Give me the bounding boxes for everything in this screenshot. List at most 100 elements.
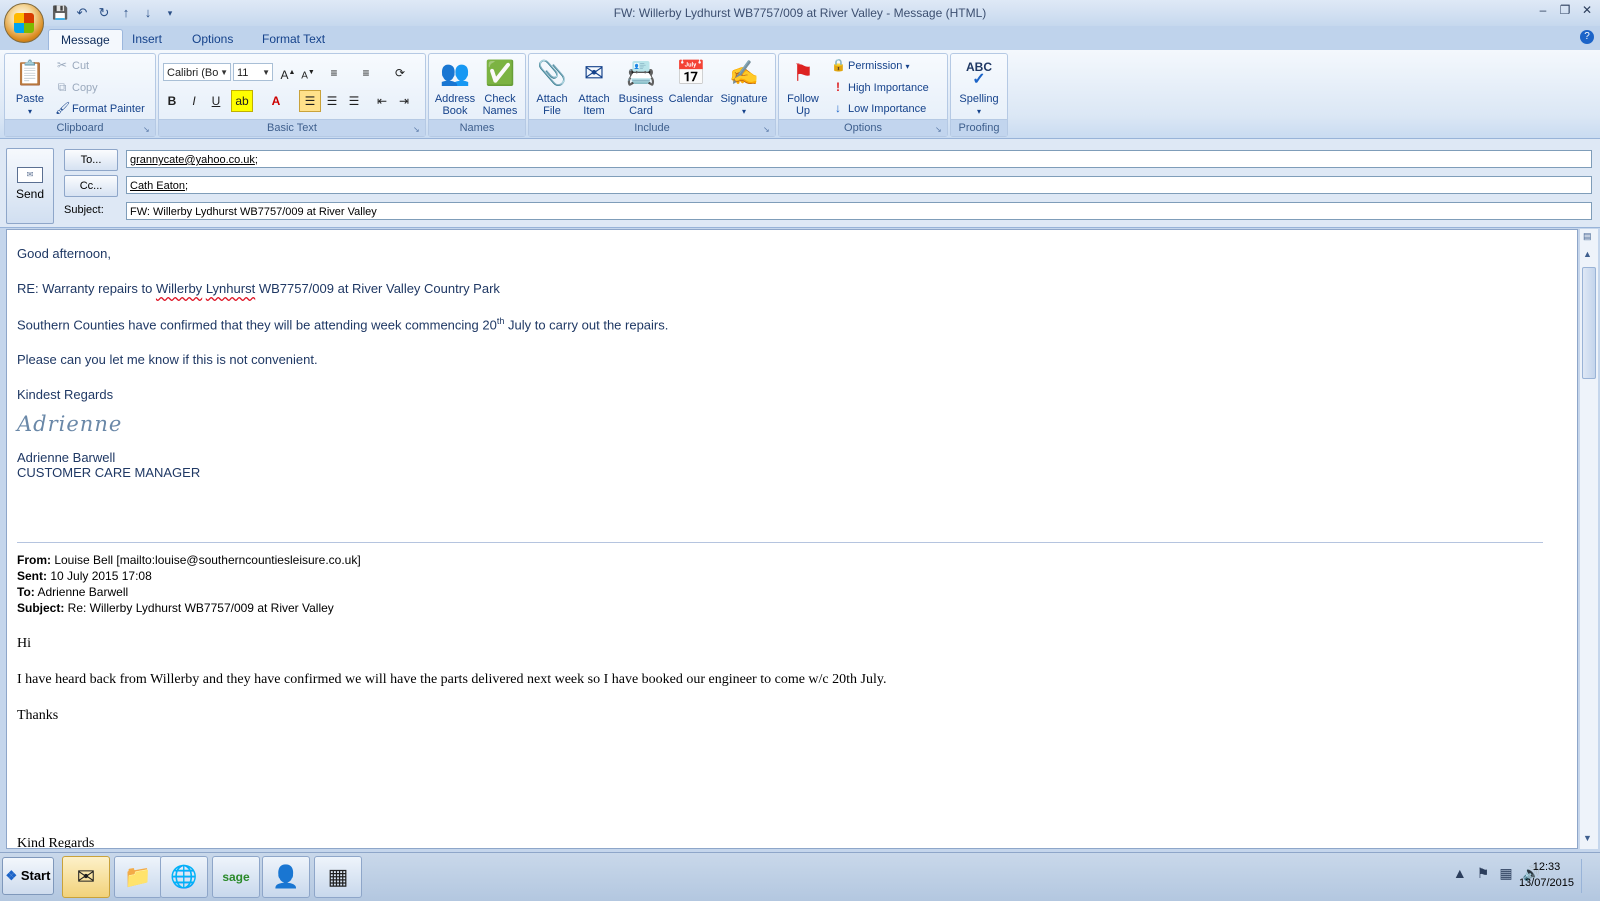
numbering-icon[interactable]: ≡ — [355, 62, 377, 84]
firefox-icon[interactable]: 🌐 — [160, 856, 208, 898]
business-card-icon: 📇 — [626, 60, 656, 87]
tab-options[interactable]: Options — [180, 29, 245, 50]
reply-divider — [17, 542, 1543, 543]
start-button[interactable]: ❖ Start — [2, 857, 54, 895]
high-importance-button[interactable]: ! High Importance — [831, 78, 929, 96]
ribbon: 📋 Paste ▾ ✂ Cut ⧉ Copy 🖌 Format Painter Clip… — [0, 50, 1600, 139]
window-controls: – ❐ ✕ — [1536, 3, 1594, 17]
dialog-launcher-icon[interactable]: ↘ — [413, 125, 422, 134]
tab-insert[interactable]: Insert — [120, 29, 174, 50]
names-group: 👥 Address Book ✅ Check Names Names — [428, 53, 526, 137]
reply-thanks: Thanks — [17, 708, 59, 723]
close-icon[interactable]: ✕ — [1580, 3, 1594, 17]
proofing-group: ABC ✓ Spelling ▾ Proofing — [950, 53, 1008, 137]
signature-title: CUSTOMER CARE MANAGER — [17, 465, 201, 481]
highlight-icon[interactable]: ab — [231, 90, 253, 112]
subject-label: Subject: — [64, 204, 104, 216]
proofing-label: Proofing — [951, 119, 1007, 136]
re-line: RE: Warranty repairs to Willerby Lynhurs… — [17, 281, 500, 296]
underline-button[interactable]: U — [205, 90, 227, 112]
folder-icon[interactable]: 📁 — [114, 856, 162, 898]
chevron-down-icon: ▼ — [262, 68, 270, 77]
ruler-icon[interactable]: ▤ — [1583, 231, 1592, 242]
sage-icon[interactable]: sage — [212, 856, 260, 898]
paste-button[interactable]: 📋 Paste ▾ — [9, 58, 51, 118]
align-center-icon[interactable]: ☰ — [321, 90, 343, 112]
show-desktop-button[interactable] — [1581, 859, 1598, 893]
outlook-icon[interactable]: ✉ — [62, 856, 110, 898]
tab-message[interactable]: Message — [48, 29, 123, 51]
contacts-icon[interactable]: 👤 — [262, 856, 310, 898]
grow-font-icon[interactable]: A▲ — [277, 62, 299, 84]
restore-icon[interactable]: ❐ — [1558, 3, 1572, 17]
address-book-icon: 👥 — [440, 60, 470, 87]
check-names-button[interactable]: ✅ Check Names — [479, 58, 521, 118]
italic-button[interactable]: I — [183, 90, 205, 112]
signature-icon: ✍ — [729, 60, 759, 87]
vertical-scrollbar[interactable]: ▤ ▲ ▼ — [1579, 229, 1598, 849]
dialog-launcher-icon[interactable]: ↘ — [763, 125, 772, 134]
bullets-icon[interactable]: ≡ — [323, 62, 345, 84]
network-icon[interactable]: ▦ — [1499, 865, 1512, 882]
spelling-button[interactable]: ABC ✓ Spelling ▾ — [953, 58, 1005, 118]
to-field[interactable]: grannycate@yahoo.co.uk; — [126, 150, 1592, 168]
signature-name: Adrienne Barwell — [17, 450, 116, 466]
font-name-combo[interactable]: Calibri (Bo ▼ — [163, 63, 231, 81]
convenience-line: Please can you let me know if this is no… — [17, 352, 318, 368]
scroll-up-icon[interactable]: ▲ — [1583, 249, 1592, 259]
paste-icon: 📋 — [15, 60, 45, 87]
calculator-icon[interactable]: ▦ — [314, 856, 362, 898]
paperclip-icon: 📎 — [537, 60, 567, 87]
office-button[interactable] — [4, 3, 44, 43]
shrink-font-icon[interactable]: A▼ — [297, 62, 319, 84]
cc-button[interactable]: Cc... — [64, 175, 118, 197]
increase-indent-icon[interactable]: ⇥ — [393, 90, 415, 112]
bold-button[interactable]: B — [161, 90, 183, 112]
dialog-launcher-icon[interactable]: ↘ — [143, 125, 152, 134]
clear-formatting-icon[interactable]: ⟳ — [389, 62, 411, 84]
permission-button[interactable]: 🔒 Permission ▾ — [831, 56, 909, 74]
align-left-icon[interactable]: ☰ — [299, 90, 321, 112]
regards-line: Kindest Regards — [17, 387, 114, 403]
clipboard-group: 📋 Paste ▾ ✂ Cut ⧉ Copy 🖌 Format Painter Clip… — [4, 53, 156, 137]
basic-text-group: Calibri (Bo ▼ 11 ▼ A▲ A▼ ≡ ≡ ⟳ B I U ab A … — [158, 53, 426, 137]
message-header: ✉ Send To... Cc... Subject: grannycate@y… — [0, 139, 1600, 228]
tray-expand-icon[interactable]: ▲ — [1453, 865, 1467, 882]
to-button[interactable]: To... — [64, 149, 118, 171]
message-body[interactable]: Good afternoon, RE: Warranty repairs to … — [6, 229, 1578, 849]
signature-button[interactable]: ✍ Signature ▾ — [717, 58, 771, 118]
action-center-flag-icon[interactable]: ⚑ — [1477, 865, 1490, 882]
align-right-icon[interactable]: ☰ — [343, 90, 365, 112]
send-button[interactable]: ✉ Send — [6, 148, 54, 224]
attach-file-button[interactable]: 📎 Attach File — [531, 58, 573, 118]
options-group: ⚑ Follow Up 🔒 Permission ▾ ! High Importanc… — [778, 53, 948, 137]
clock[interactable]: 12:33 13/07/2015 — [1519, 859, 1574, 891]
scroll-down-icon[interactable]: ▼ — [1583, 833, 1592, 843]
font-color-icon[interactable]: A — [265, 90, 287, 112]
help-icon[interactable]: ? — [1580, 30, 1594, 44]
dialog-launcher-icon[interactable]: ↘ — [935, 125, 944, 134]
cut-button[interactable]: ✂ Cut — [55, 56, 89, 74]
minimize-icon[interactable]: – — [1536, 3, 1550, 17]
follow-up-button[interactable]: ⚑ Follow Up — [781, 58, 825, 118]
window-title: FW: Willerby Lydhurst WB7757/009 at Rive… — [613, 6, 987, 20]
address-book-button[interactable]: 👥 Address Book — [433, 58, 477, 118]
calendar-button[interactable]: 📅 Calendar — [665, 58, 717, 106]
include-group: 📎 Attach File ✉ Attach Item 📇 Business Card… — [528, 53, 776, 137]
cc-field[interactable]: Cath Eaton; — [126, 176, 1592, 194]
low-importance-button[interactable]: ↓ Low Importance — [831, 99, 926, 117]
format-painter-button[interactable]: 🖌 Format Painter — [55, 99, 145, 117]
subject-field[interactable]: FW: Willerby Lydhurst WB7757/009 at Rive… — [126, 202, 1592, 220]
tab-format-text[interactable]: Format Text — [250, 29, 337, 50]
sent-line: Sent: 10 July 2015 17:08 — [17, 569, 152, 583]
scroll-thumb[interactable] — [1582, 267, 1596, 379]
to-line: To: Adrienne Barwell — [17, 585, 129, 599]
business-card-button[interactable]: 📇 Business Card — [617, 58, 665, 118]
options-label: Options — [779, 119, 947, 136]
font-size-combo[interactable]: 11 ▼ — [233, 63, 273, 81]
names-label: Names — [429, 119, 525, 136]
copy-button[interactable]: ⧉ Copy — [55, 78, 98, 96]
attach-item-button[interactable]: ✉ Attach Item — [573, 58, 615, 118]
decrease-indent-icon[interactable]: ⇤ — [371, 90, 393, 112]
basic-text-label: Basic Text — [159, 119, 425, 136]
